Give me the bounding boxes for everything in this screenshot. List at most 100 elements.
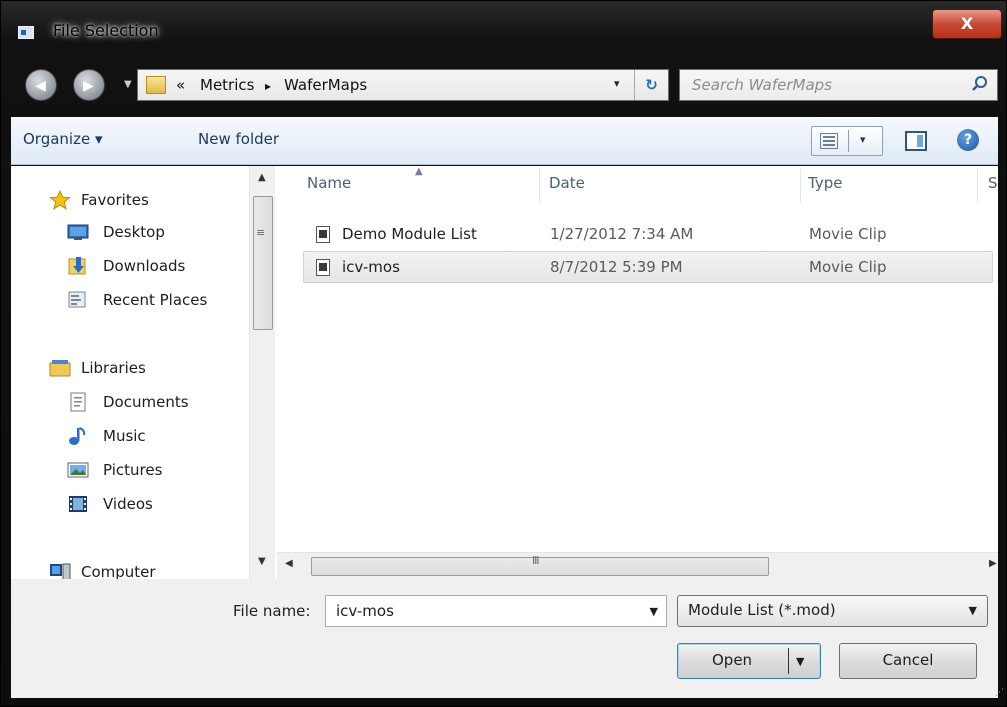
- preview-pane-icon[interactable]: [905, 131, 927, 151]
- column-header-label: S: [988, 174, 998, 192]
- file-date: 8/7/2012 5:39 PM: [550, 258, 683, 276]
- breadcrumb-overflow[interactable]: «: [176, 76, 185, 94]
- file-list: Name ▲ Date Type S Demo Module List 1/27…: [277, 166, 998, 579]
- forward-arrow-icon: ▶: [83, 78, 94, 94]
- file-type-filter[interactable]: Module List (*.mod) ▼: [677, 595, 988, 627]
- content-area: Favorites Desktop Downloads Recent Place…: [11, 166, 998, 579]
- breadcrumb-wafermaps[interactable]: WaferMaps: [284, 76, 367, 94]
- sidebar-item-favorites[interactable]: Favorites: [11, 186, 247, 216]
- address-dropdown-icon[interactable]: ▾: [614, 77, 620, 90]
- scroll-left-icon[interactable]: ◀: [285, 558, 293, 569]
- videos-icon: [69, 496, 87, 512]
- sidebar-item-label: Desktop: [103, 223, 165, 241]
- column-header-label: Type: [808, 174, 843, 192]
- sidebar-item-label: Libraries: [81, 359, 146, 377]
- details-view-icon: [820, 133, 838, 149]
- sidebar-item-videos[interactable]: Videos: [11, 490, 247, 520]
- address-bar[interactable]: « Metrics ▸ WaferMaps ▾ ↻: [137, 69, 669, 101]
- file-name: icv-mos: [342, 258, 400, 276]
- sidebar-item-pictures[interactable]: Pictures: [11, 456, 247, 486]
- forward-button[interactable]: ▶: [73, 69, 105, 101]
- desktop-icon: [67, 224, 89, 240]
- file-type-filter-value: Module List (*.mod): [688, 601, 836, 619]
- back-button[interactable]: ◀: [25, 69, 57, 101]
- pictures-icon: [67, 462, 89, 478]
- window-title: File Selection: [53, 21, 159, 40]
- open-button-divider: [788, 648, 789, 674]
- documents-icon: [70, 392, 86, 412]
- help-icon[interactable]: ?: [957, 129, 979, 151]
- filter-dropdown-icon[interactable]: ▼: [969, 604, 977, 617]
- cancel-button[interactable]: Cancel: [839, 643, 977, 679]
- column-divider[interactable]: [800, 169, 801, 203]
- sidebar-item-music[interactable]: Music: [11, 422, 247, 452]
- column-header-name[interactable]: Name: [307, 174, 351, 192]
- open-options-dropdown-icon[interactable]: ▼: [796, 645, 804, 678]
- scroll-right-icon[interactable]: ▶: [989, 558, 997, 569]
- search-box[interactable]: Search WaferMaps: [679, 69, 998, 101]
- command-bar: Organize ▾ New folder ▾ ?: [11, 117, 998, 165]
- sidebar-item-label: Music: [103, 427, 146, 445]
- search-icon[interactable]: [971, 75, 989, 93]
- horizontal-scrollbar-thumb[interactable]: [311, 557, 769, 576]
- scroll-grip-icon: ≡: [256, 226, 266, 239]
- recent-pages-dropdown[interactable]: ▼: [124, 79, 132, 90]
- sidebar-item-label: Downloads: [103, 257, 186, 275]
- file-name-value[interactable]: icv-mos: [336, 602, 394, 620]
- movie-clip-icon: [316, 226, 330, 243]
- sidebar-item-label: Videos: [103, 495, 153, 513]
- file-selection-dialog: File Selection X ◀ ▶ ▼ « Metrics ▸ Wafer…: [0, 0, 1007, 707]
- view-dropdown-icon[interactable]: ▾: [860, 133, 866, 146]
- scroll-up-icon[interactable]: ▲: [258, 172, 266, 183]
- movie-clip-icon: [316, 259, 330, 276]
- change-view-button[interactable]: ▾: [811, 126, 883, 156]
- column-header-label: Date: [549, 174, 585, 192]
- file-row-selected[interactable]: icv-mos 8/7/2012 5:39 PM Movie Clip: [303, 251, 993, 283]
- sidebar-item-desktop[interactable]: Desktop: [11, 218, 247, 248]
- new-folder-button[interactable]: New folder: [198, 130, 279, 148]
- column-header-date[interactable]: Date: [549, 174, 585, 192]
- column-header-type[interactable]: Type: [808, 174, 842, 192]
- organize-button[interactable]: Organize ▾: [23, 130, 103, 148]
- sidebar-item-label: Computer: [81, 563, 156, 579]
- column-header-label: Name: [307, 174, 352, 192]
- column-divider[interactable]: [539, 169, 540, 203]
- file-name-dropdown-icon[interactable]: ▼: [650, 605, 658, 618]
- file-row[interactable]: Demo Module List 1/27/2012 7:34 AM Movie…: [303, 218, 993, 250]
- sidebar-scrollbar[interactable]: ▲ ≡ ▼: [249, 166, 275, 579]
- file-date: 1/27/2012 7:34 AM: [550, 225, 694, 243]
- view-button-divider: [848, 130, 849, 152]
- navigation-bar: ◀ ▶ ▼ « Metrics ▸ WaferMaps ▾ ↻ Search W…: [1, 61, 1006, 111]
- file-name-panel: File name: icv-mos ▼ Module List (*.mod)…: [11, 579, 1004, 698]
- sidebar-item-recent-places[interactable]: Recent Places: [11, 286, 247, 316]
- sort-ascending-icon: ▲: [415, 166, 423, 177]
- sidebar-item-label: Pictures: [103, 461, 163, 479]
- scroll-down-icon[interactable]: ▼: [258, 556, 266, 567]
- column-header-size[interactable]: S: [988, 174, 998, 192]
- breadcrumb-separator-icon[interactable]: ▸: [265, 79, 271, 93]
- open-button[interactable]: Open ▼: [677, 643, 821, 679]
- sidebar-item-libraries[interactable]: Libraries: [11, 354, 247, 384]
- file-name: Demo Module List: [342, 225, 477, 243]
- sidebar-scrollbar-thumb[interactable]: [253, 196, 273, 330]
- refresh-button[interactable]: ↻: [634, 70, 668, 100]
- computer-icon: [50, 563, 71, 579]
- sidebar-item-downloads[interactable]: Downloads: [11, 252, 247, 282]
- close-button[interactable]: X: [932, 9, 1002, 39]
- sidebar-item-label: Favorites: [81, 191, 149, 209]
- folder-icon: [146, 76, 166, 94]
- back-arrow-icon: ◀: [35, 78, 46, 94]
- file-list-horizontal-scrollbar[interactable]: ◀ Ⅲ ▶: [277, 552, 998, 579]
- breadcrumb-metrics[interactable]: Metrics: [200, 76, 254, 94]
- window-icon: [18, 26, 34, 39]
- file-name-field[interactable]: icv-mos ▼: [325, 595, 667, 627]
- search-input[interactable]: Search WaferMaps: [692, 76, 832, 94]
- sidebar-item-documents[interactable]: Documents: [11, 388, 247, 418]
- title-bar: File Selection X: [1, 1, 1006, 61]
- resize-grip-icon[interactable]: ⋰: [995, 688, 1004, 698]
- sidebar-item-computer[interactable]: Computer: [11, 558, 247, 579]
- file-type: Movie Clip: [809, 258, 887, 276]
- sidebar-item-label: Recent Places: [103, 291, 208, 309]
- recent-places-icon: [68, 291, 86, 308]
- column-divider[interactable]: [977, 169, 978, 203]
